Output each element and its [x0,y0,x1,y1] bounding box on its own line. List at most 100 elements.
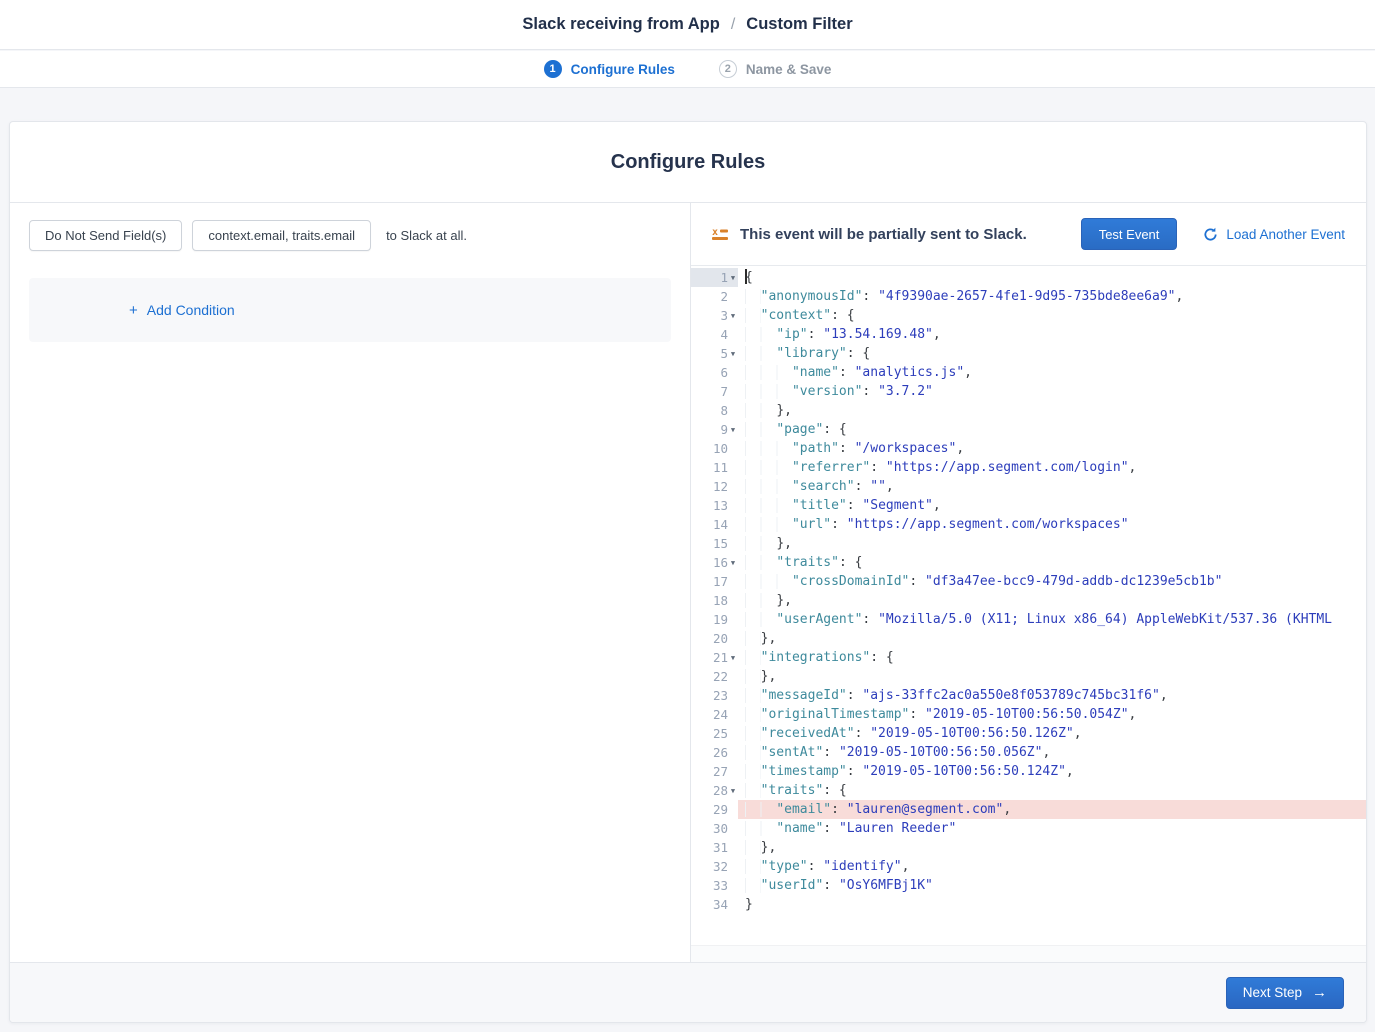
line-number: 32 [691,857,738,876]
code-line: 33 "userId": "OsY6MFBj1K" [691,876,1366,895]
line-number: 2 [691,287,738,306]
code-lines: 1▼{2 "anonymousId": "4f9390ae-2657-4fe1-… [691,268,1366,914]
refresh-icon [1203,227,1218,242]
fold-icon[interactable]: ▼ [728,559,738,567]
line-number: 31 [691,838,738,857]
line-number: 8 [691,401,738,420]
line-number: 14 [691,515,738,534]
load-another-event-button[interactable]: Load Another Event [1203,227,1345,242]
line-number: 25 [691,724,738,743]
fold-icon[interactable]: ▼ [728,350,738,358]
code-line: 24 "originalTimestamp": "2019-05-10T00:5… [691,705,1366,724]
line-number: 29 [691,800,738,819]
code-line: 20 }, [691,629,1366,648]
code-line: 6 "name": "analytics.js", [691,363,1366,382]
code-line: 21▼ "integrations": { [691,648,1366,667]
line-number: 28▼ [691,781,738,800]
line-number: 15 [691,534,738,553]
fold-icon[interactable]: ▼ [728,654,738,662]
test-event-button[interactable]: Test Event [1081,218,1178,250]
line-number: 1▼ [691,268,738,287]
code-line: 12 "search": "", [691,477,1366,496]
line-number: 11 [691,458,738,477]
card-title: Configure Rules [611,151,765,174]
code-line: 25 "receivedAt": "2019-05-10T00:56:50.12… [691,724,1366,743]
rule-fields-selector[interactable]: context.email, traits.email [192,220,371,251]
line-number: 17 [691,572,738,591]
rule-type-selector[interactable]: Do Not Send Field(s) [29,220,182,251]
line-number: 9▼ [691,420,738,439]
code-line: 17 "crossDomainId": "df3a47ee-bcc9-479d-… [691,572,1366,591]
code-line: 8 }, [691,401,1366,420]
configure-rules-card: Configure Rules Do Not Send Field(s) con… [9,121,1367,1023]
card-header: Configure Rules [10,122,1366,203]
fold-icon[interactable]: ▼ [728,787,738,795]
code-line: 19 "userAgent": "Mozilla/5.0 (X11; Linux… [691,610,1366,629]
code-line: 28▼ "traits": { [691,781,1366,800]
step-1-label: Configure Rules [571,62,675,77]
breadcrumb-separator: / [731,16,735,34]
code-line: 7 "version": "3.7.2" [691,382,1366,401]
line-number: 3▼ [691,306,738,325]
line-number: 24 [691,705,738,724]
code-line: 34} [691,895,1366,914]
line-number: 13 [691,496,738,515]
horizontal-scrollbar[interactable] [691,945,1366,962]
line-number: 22 [691,667,738,686]
line-number: 10 [691,439,738,458]
rule-row: Do Not Send Field(s) context.email, trai… [29,220,671,251]
code-line: 5▼ "library": { [691,344,1366,363]
code-line: 18 }, [691,591,1366,610]
line-number: 4 [691,325,738,344]
svg-text:x: x [712,227,718,238]
fold-icon[interactable]: ▼ [728,312,738,320]
step-configure-rules[interactable]: 1 Configure Rules [544,60,675,78]
breadcrumb-destination[interactable]: Slack receiving from App [522,15,719,34]
add-condition-box: + Add Condition [29,278,671,342]
rule-builder-panel: Do Not Send Field(s) context.email, trai… [10,203,691,962]
code-line: 15 }, [691,534,1366,553]
code-line: 11 "referrer": "https://app.segment.com/… [691,458,1366,477]
line-number: 5▼ [691,344,738,363]
line-number: 27 [691,762,738,781]
stepper: 1 Configure Rules 2 Name & Save [0,51,1375,88]
line-number: 20 [691,629,738,648]
json-editor[interactable]: 1▼{2 "anonymousId": "4f9390ae-2657-4fe1-… [691,266,1366,962]
step-1-badge: 1 [544,60,562,78]
line-number: 23 [691,686,738,705]
code-line: 23 "messageId": "ajs-33ffc2ac0a550e8f053… [691,686,1366,705]
fold-icon[interactable]: ▼ [728,274,738,282]
add-condition-label: Add Condition [147,302,235,318]
line-number: 12 [691,477,738,496]
code-line: 26 "sentAt": "2019-05-10T00:56:50.056Z", [691,743,1366,762]
plus-icon: + [129,302,138,319]
code-line: 31 }, [691,838,1366,857]
code-line: 30 "name": "Lauren Reeder" [691,819,1366,838]
code-line: 10 "path": "/workspaces", [691,439,1366,458]
code-line: 1▼{ [691,268,1366,287]
code-line: 9▼ "page": { [691,420,1366,439]
next-step-button[interactable]: Next Step → [1226,977,1344,1009]
step-name-and-save[interactable]: 2 Name & Save [719,60,832,78]
line-number: 21▼ [691,648,738,667]
breadcrumb-current: Custom Filter [746,15,852,34]
line-number: 18 [691,591,738,610]
code-line: 14 "url": "https://app.segment.com/works… [691,515,1366,534]
next-step-label: Next Step [1243,985,1302,1000]
event-preview-panel: x This event will be partially sent to S… [691,203,1366,962]
line-number: 16▼ [691,553,738,572]
code-line: 2 "anonymousId": "4f9390ae-2657-4fe1-9d9… [691,287,1366,306]
code-line: 4 "ip": "13.54.169.48", [691,325,1366,344]
card-footer: Next Step → [10,962,1366,1022]
arrow-right-icon: → [1312,984,1327,1001]
step-2-badge: 2 [719,60,737,78]
code-line: 16▼ "traits": { [691,553,1366,572]
rule-suffix-text: to Slack at all. [386,228,467,243]
page-title-bar: Slack receiving from App / Custom Filter [0,0,1375,50]
event-status-text: This event will be partially sent to Sla… [740,226,1081,243]
partial-event-icon: x [712,227,729,242]
fold-icon[interactable]: ▼ [728,426,738,434]
add-condition-button[interactable]: + Add Condition [129,302,235,319]
code-line: 29 "email": "lauren@segment.com", [691,800,1366,819]
line-number: 33 [691,876,738,895]
